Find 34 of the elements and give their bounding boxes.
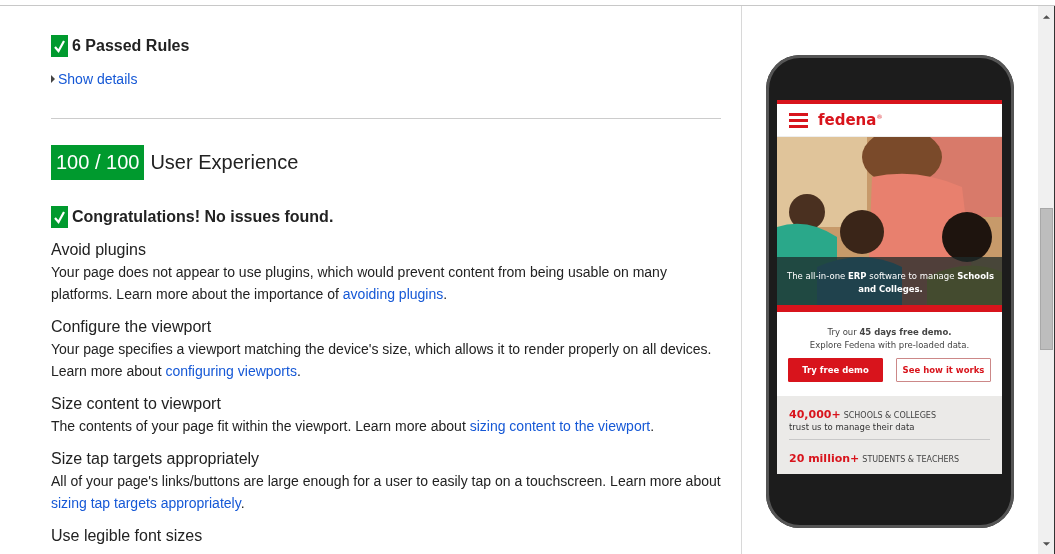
stat-note: trust us to manage their data [789,422,916,433]
section-title: User Experience [150,151,299,174]
stat-number: 20 million+ [789,452,860,465]
rule-title: Configure the viewport [51,317,213,337]
hero-caption: The all-in-one ERP software to manage Schools and Colleges. [785,270,995,296]
score-badge: 100 / 100 [51,145,145,180]
rule-description: The contents of your page fit within the viewport. Learn more about sizing content to the viewport. [51,417,656,436]
how-it-works-button[interactable]: See how it works [896,358,991,382]
demo-text: Explore Fedena with pre-loaded data. [808,339,971,352]
rule-description: Your page specifies a viewport matching the device's size, which allows it to render properly on all devices. Learn more about configuring viewports. [51,340,713,381]
scrollbar-thumb[interactable] [1040,208,1053,350]
rule-title: Size tap targets appropriately [51,449,261,469]
site-logo[interactable]: fedena$^{®}$ [818,111,883,129]
show-details-link[interactable]: Show details [51,71,138,87]
stat-label: SCHOOLS & COLLEGES [843,411,936,420]
demo-text: Try our 45 days free demo. [826,326,953,339]
check-icon [51,35,68,57]
rule-title: Size content to viewport [51,394,222,414]
stat-label: STUDENTS & TEACHERS [862,455,960,464]
check-icon [51,206,68,228]
rule-title: Use legible font sizes [51,526,204,546]
stat-number: 40,000+ [789,408,841,421]
learn-more-link[interactable]: sizing tap targets appropriately [51,495,241,511]
learn-more-link[interactable]: configuring viewports [165,363,297,379]
status-message: Congratulations! No issues found. [72,208,334,226]
rule-description: All of your page's links/buttons are large enough for a user to easily tap on a touchscreen. Learn more about sizing tap targets appropriately. [51,472,721,513]
rules-heading: 6 Passed Rules [72,37,190,55]
demo-button[interactable]: Try free demo [788,358,883,382]
menu-icon[interactable] [789,112,808,128]
rule-description: Your page does not appear to use plugins, which would prevent content from being usable on many platforms. Learn more about the importance of avoiding plugins. [51,263,668,304]
scroll-down-icon[interactable] [1041,541,1051,547]
rule-title: Avoid plugins [51,240,147,260]
scroll-up-icon[interactable] [1041,14,1051,20]
scrollbar[interactable] [1038,6,1055,554]
